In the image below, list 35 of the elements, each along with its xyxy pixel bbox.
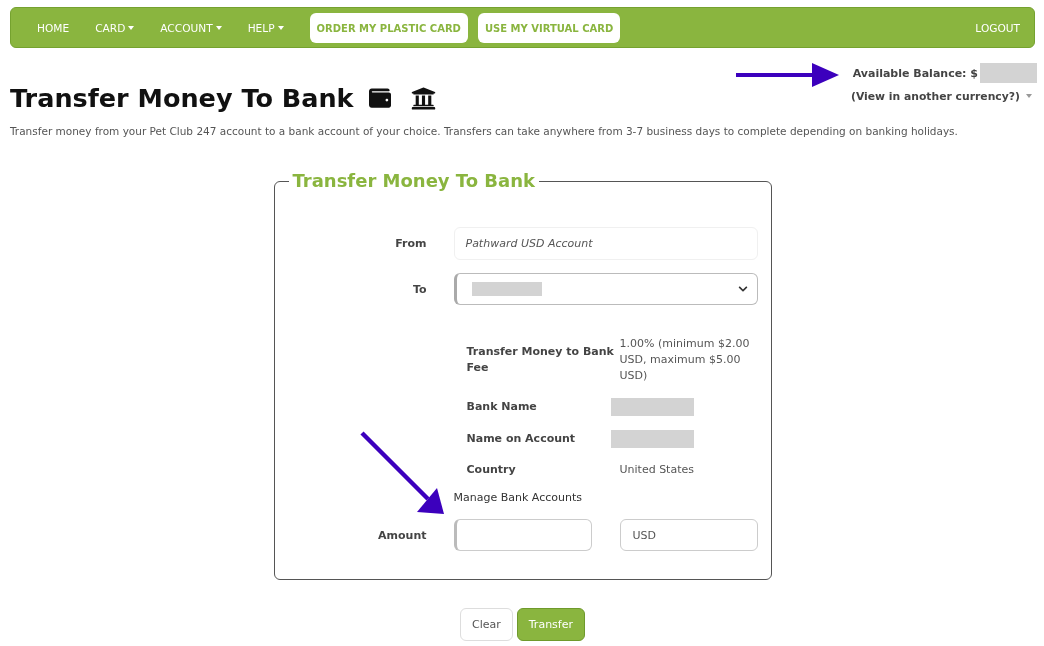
detail-label: Bank Name <box>466 399 537 415</box>
detail-value: 1.00% (minimum $2.00 USD, maximum $5.00 USD) <box>619 336 751 384</box>
detail-label: Name on Account <box>466 431 576 447</box>
transfer-button[interactable]: Transfer <box>516 608 585 641</box>
chevron-down-icon <box>737 284 748 294</box>
caret-icon <box>1026 94 1032 98</box>
detail-value: United States <box>619 462 694 478</box>
from-account-field: Pathward USD Account <box>453 227 758 260</box>
balance-label: Available Balance: $ <box>852 66 978 80</box>
caret-icon <box>128 25 135 30</box>
nav-dropdown[interactable]: ACCOUNT <box>160 19 222 36</box>
logout-link[interactable]: LOGOUT <box>975 19 1020 36</box>
bank-icon <box>410 85 436 111</box>
nav-dropdown[interactable]: CARD <box>95 19 135 36</box>
to-account-select[interactable] <box>453 273 758 305</box>
nav-dropdown[interactable]: HELP <box>247 19 284 36</box>
form-legend: Transfer Money To Bank <box>288 170 539 192</box>
detail-label: Country <box>466 462 516 478</box>
wallet-icon <box>368 87 391 109</box>
page-title: Transfer Money To Bank <box>10 82 354 115</box>
currency-link[interactable]: (View in another currency?) <box>850 84 1032 108</box>
nav-pill-button[interactable]: ORDER MY PLASTIC CARD <box>309 13 468 43</box>
amount-input[interactable] <box>453 519 592 551</box>
field-label: From <box>395 237 427 250</box>
caret-icon <box>215 25 222 30</box>
nav-link[interactable]: HOME <box>37 19 70 36</box>
page-description: Transfer money from your Pet Club 247 account to a bank account of your choice. Transfers can take anywhere from 3-7 business days to complete depending on banking holidays. <box>10 124 959 138</box>
field-label: Amount <box>378 528 427 542</box>
field-label: To <box>412 282 427 296</box>
clear-button[interactable]: Clear <box>460 608 513 641</box>
manage-bank-accounts-link[interactable]: Manage Bank Accounts <box>453 490 582 506</box>
detail-label: Transfer Money to Bank Fee <box>466 344 615 376</box>
caret-icon <box>277 25 284 30</box>
currency-field: USD <box>619 519 758 551</box>
nav-pill-button[interactable]: USE MY VIRTUAL CARD <box>477 13 621 43</box>
